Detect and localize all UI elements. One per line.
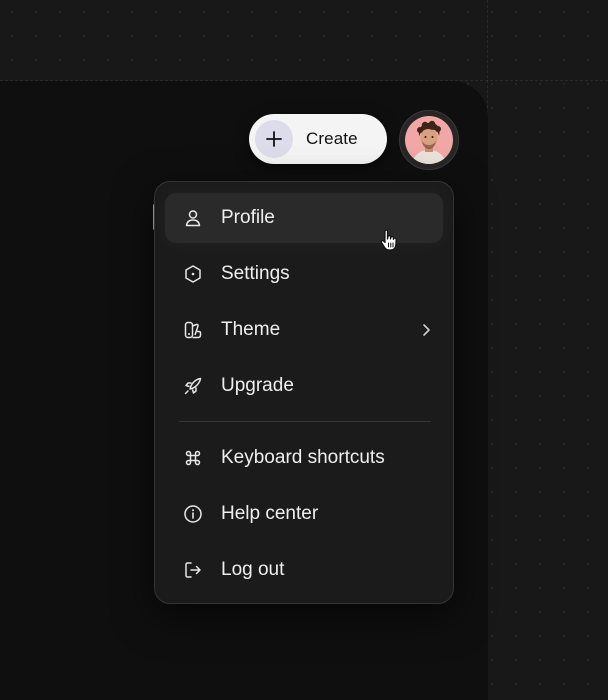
- menu-item-label: Settings: [221, 263, 290, 284]
- menu-item-upgrade[interactable]: Upgrade: [165, 361, 443, 411]
- menu-divider: [179, 421, 431, 422]
- avatar[interactable]: [399, 110, 459, 170]
- menu-item-label: Theme: [221, 319, 281, 340]
- menu-item-label: Keyboard shortcuts: [221, 447, 385, 468]
- pointer-cursor-icon: [380, 229, 397, 251]
- create-label: Create: [306, 129, 358, 148]
- hexagon-settings-icon: [185, 265, 201, 283]
- create-button[interactable]: Create: [249, 114, 387, 164]
- menu-item-label: Profile: [221, 207, 275, 228]
- chevron-right-icon: [423, 324, 430, 336]
- menu-item-keyboard-shortcuts[interactable]: Keyboard shortcuts: [165, 433, 443, 483]
- info-icon: [184, 505, 202, 523]
- user-avatar-icon: [405, 116, 453, 164]
- menu-item-help-center[interactable]: Help center: [165, 489, 443, 539]
- menu-item-label: Help center: [221, 503, 319, 524]
- command-icon: [185, 450, 201, 466]
- menu-item-settings[interactable]: Settings: [165, 249, 443, 299]
- rocket-icon: [184, 377, 202, 395]
- menu-item-label: Upgrade: [221, 375, 294, 396]
- plus-icon: [255, 120, 293, 158]
- menu-item-theme[interactable]: Theme: [165, 305, 443, 355]
- menu-item-log-out[interactable]: Log out: [165, 545, 443, 595]
- user-icon: [185, 210, 201, 227]
- user-menu: Profile Settings Theme Upgrade Keyboard …: [154, 181, 454, 604]
- logout-icon: [185, 562, 201, 578]
- theme-swatch-icon: [184, 321, 202, 339]
- menu-item-label: Log out: [221, 559, 285, 580]
